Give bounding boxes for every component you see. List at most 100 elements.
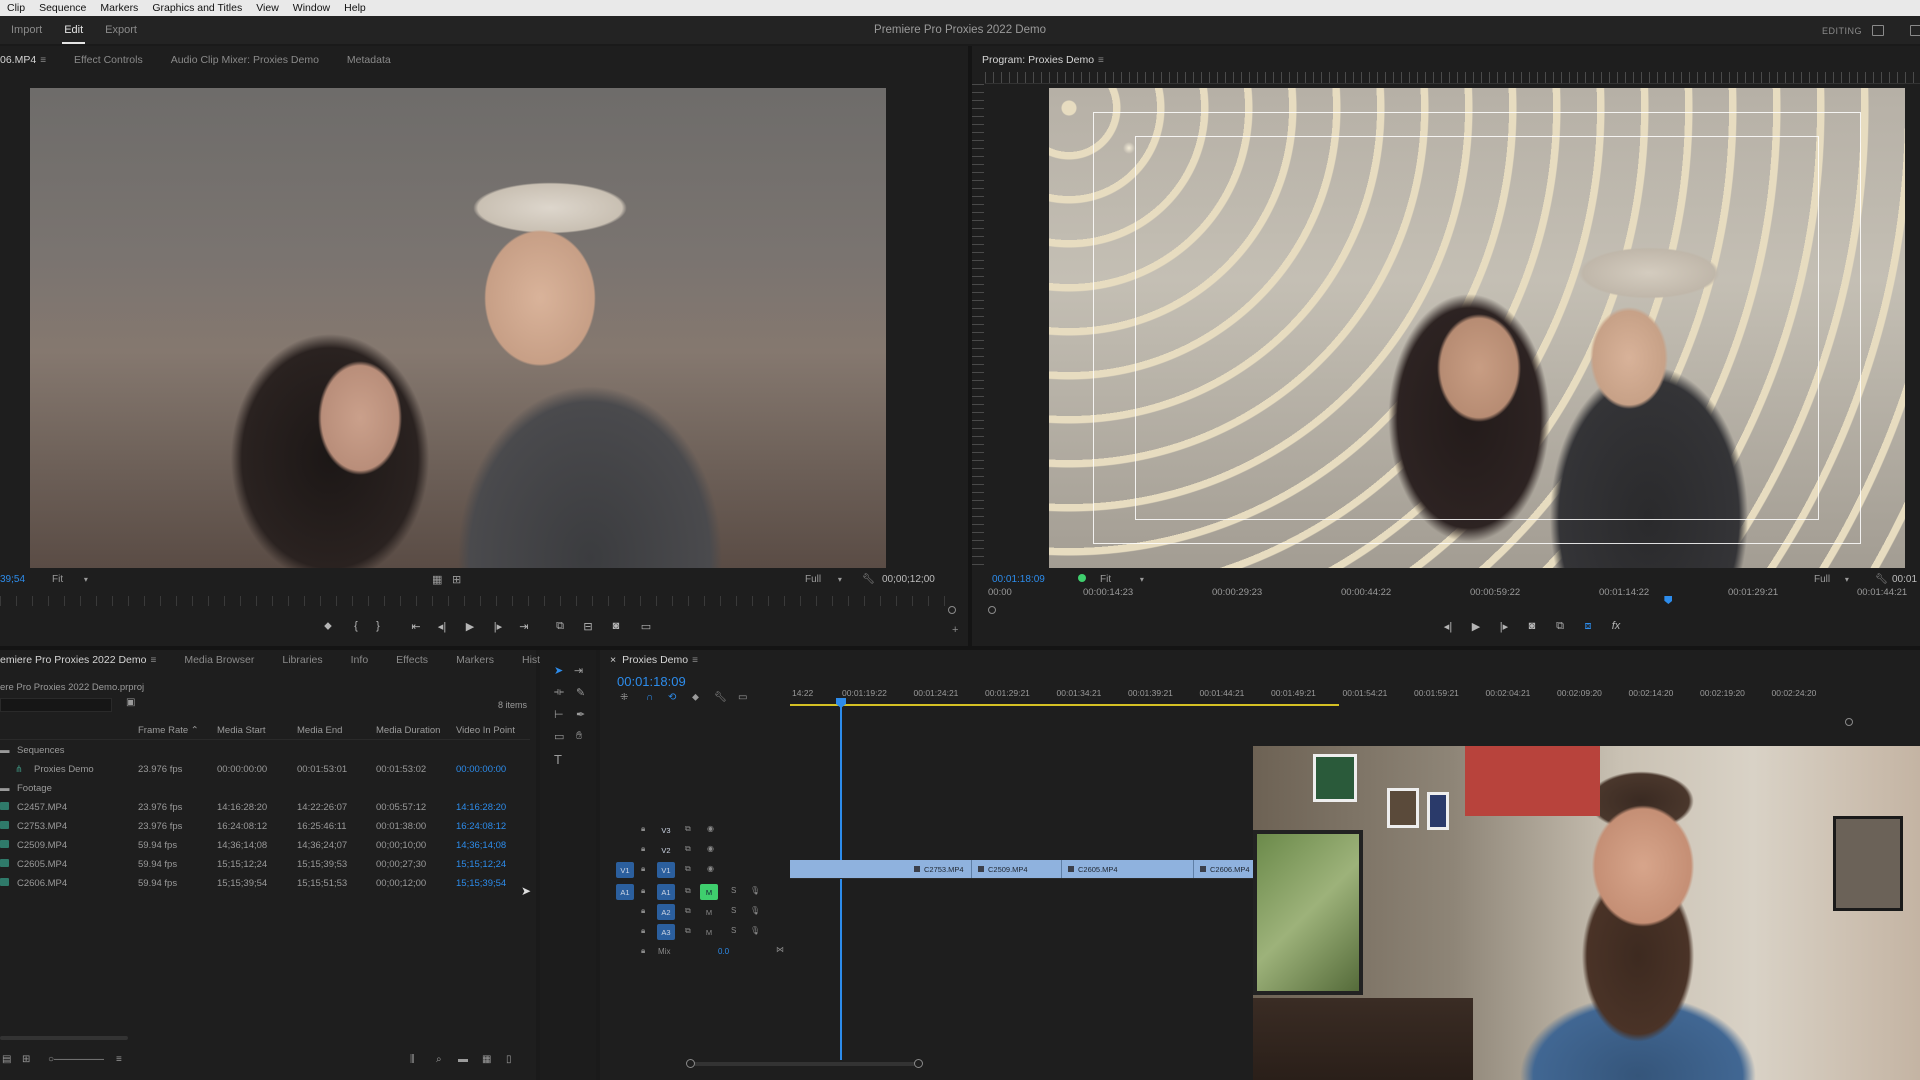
column-media-duration[interactable]: Media Duration xyxy=(376,725,440,736)
go-to-end-icon[interactable]: ⋈ xyxy=(776,945,784,954)
snap-icon[interactable]: ∩ xyxy=(646,692,653,703)
solo-button[interactable]: S xyxy=(731,886,736,895)
lock-icon[interactable]: 🔒︎ xyxy=(641,946,645,956)
row-in-point[interactable]: 14:16:28:20 xyxy=(456,802,506,813)
row-in-point[interactable]: 00:00:00:00 xyxy=(456,764,506,775)
voiceover-icon[interactable]: 🎙︎ xyxy=(750,886,760,895)
timeline-clip[interactable]: C2753.MP4 xyxy=(790,860,972,878)
menu-window[interactable]: Window xyxy=(286,2,337,14)
camera-icon[interactable]: ◙ xyxy=(608,620,624,632)
source-settings-icon[interactable]: + xyxy=(952,624,958,636)
track-target-a1[interactable]: A1 xyxy=(657,884,675,900)
table-row[interactable]: ⋔ Proxies Demo 23.976 fps 00:00:00:00 00… xyxy=(0,761,532,780)
table-row[interactable]: C2509.MP4 59.94 fps 14;36;14;08 14;36;24;07… xyxy=(0,837,532,856)
sync-lock-icon[interactable]: ⧉ xyxy=(685,824,691,834)
wrench-icon[interactable]: 🔧︎ xyxy=(1875,574,1888,585)
timeline-horizontal-scroll[interactable] xyxy=(686,1059,923,1068)
play-icon[interactable]: ▶ xyxy=(462,620,478,633)
fx-icon[interactable]: fx xyxy=(1608,620,1624,632)
lock-icon[interactable]: 🔒︎ xyxy=(641,886,645,896)
quick-export-icon[interactable] xyxy=(1872,25,1884,36)
list-view-icon[interactable]: ▤ xyxy=(2,1054,11,1065)
hand-tool-icon[interactable]: ✋︎ xyxy=(576,730,582,743)
tab-media-browser[interactable]: Media Browser xyxy=(170,654,268,666)
mute-button[interactable]: M xyxy=(700,904,718,920)
table-row[interactable]: C2753.MP4 23.976 fps 16:24:08:12 16:25:46:1… xyxy=(0,818,532,837)
solo-button[interactable]: S xyxy=(731,926,736,935)
menu-help[interactable]: Help xyxy=(337,2,373,14)
menu-markers[interactable]: Markers xyxy=(93,2,145,14)
sync-lock-icon[interactable]: ⧉ xyxy=(685,926,691,936)
column-media-start[interactable]: Media Start xyxy=(217,725,266,736)
proxy-toggle-icon[interactable]: ⧈ xyxy=(1580,620,1596,633)
voiceover-icon[interactable]: 🎙︎ xyxy=(750,906,760,915)
source-patch-video[interactable]: V1 xyxy=(616,862,634,878)
linked-selection-icon[interactable]: ⟲ xyxy=(668,692,676,703)
zoom-slider[interactable]: ○————— xyxy=(48,1054,104,1065)
source-resolution-select[interactable]: Full ▾ xyxy=(805,574,842,585)
lock-icon[interactable]: 🔒︎ xyxy=(641,844,645,854)
bin-footage[interactable]: ▬ Footage xyxy=(0,780,532,799)
program-time-ruler[interactable]: 00:00 00:00:14:23 00:00:29:23 00:00:44:22 00… xyxy=(988,587,1920,604)
sync-lock-icon[interactable]: ⧉ xyxy=(685,864,691,874)
eye-icon[interactable]: ◉ xyxy=(707,844,714,853)
eye-icon[interactable]: ◉ xyxy=(707,824,714,833)
step-forward-icon[interactable]: |▸ xyxy=(490,620,506,633)
row-in-point[interactable]: 15;15;12;24 xyxy=(456,859,506,870)
timeline-vertical-scroll[interactable] xyxy=(1845,718,1853,726)
panel-menu-icon[interactable]: ≡ xyxy=(692,655,698,666)
table-row[interactable]: C2605.MP4 59.94 fps 15;15;12;24 15;15;39;53… xyxy=(0,856,532,875)
tab-audio-clip-mixer[interactable]: Audio Clip Mixer: Proxies Demo xyxy=(157,54,333,66)
button-editor-icon[interactable]: ▭ xyxy=(638,620,654,633)
slip-tool-icon[interactable]: ⊢ xyxy=(554,708,564,721)
ripple-edit-tool-icon[interactable]: ⟛ xyxy=(554,686,564,699)
timeline-clip[interactable]: C2509.MP4 xyxy=(972,860,1062,878)
go-to-in-icon[interactable]: ⇤ xyxy=(408,620,424,633)
work-area-bar[interactable] xyxy=(790,704,1339,706)
new-search-bin-icon[interactable]: ▣ xyxy=(126,697,135,708)
row-in-point[interactable]: 16:24:08:12 xyxy=(456,821,506,832)
track-target-v3[interactable]: V3 xyxy=(657,822,675,838)
voiceover-icon[interactable]: 🎙︎ xyxy=(750,926,760,935)
type-tool-icon[interactable]: T xyxy=(554,752,562,767)
step-forward-icon[interactable]: |▸ xyxy=(1496,620,1512,633)
nest-icon[interactable]: ⁜ xyxy=(620,692,628,703)
row-in-point[interactable]: 14;36;14;08 xyxy=(456,840,506,851)
lock-icon[interactable]: 🔒︎ xyxy=(641,824,645,834)
program-resolution-select[interactable]: Full ▾ xyxy=(1814,574,1849,585)
wrench-icon[interactable]: 🔧︎ xyxy=(862,574,875,585)
source-timecode[interactable]: 39;54 xyxy=(0,574,25,585)
track-select-tool-icon[interactable]: ⇥ xyxy=(574,664,583,677)
menu-clip[interactable]: Clip xyxy=(0,2,32,14)
tab-project[interactable]: emiere Pro Proxies 2022 Demo ≡ xyxy=(0,654,170,666)
sync-lock-icon[interactable]: ⧉ xyxy=(685,906,691,916)
timeline-clip[interactable]: C2606.MP4 xyxy=(1194,860,1254,878)
tab-libraries[interactable]: Libraries xyxy=(268,654,336,666)
tab-import[interactable]: Import xyxy=(0,24,53,36)
timeline-timecode[interactable]: 00:01:18:09 xyxy=(617,674,686,689)
project-scrollbar[interactable] xyxy=(0,1036,128,1040)
tab-effects[interactable]: Effects xyxy=(382,654,442,666)
new-bin-icon[interactable]: ▬ xyxy=(458,1054,468,1065)
program-zoom-select[interactable]: Fit ▾ xyxy=(1100,574,1144,585)
go-to-out-icon[interactable]: ⇥ xyxy=(516,620,532,633)
program-playhead[interactable] xyxy=(1664,596,1673,604)
solo-button[interactable]: S xyxy=(731,906,736,915)
table-row[interactable]: C2606.MP4 59.94 fps 15;15;39;54 15;15;51;53… xyxy=(0,875,532,894)
panel-menu-icon[interactable]: ≡ xyxy=(150,655,156,666)
insert-icon[interactable]: ⧉ xyxy=(552,620,568,633)
add-marker-icon[interactable]: ⬥ xyxy=(320,620,336,633)
panel-menu-icon[interactable]: ≡ xyxy=(1098,55,1104,66)
step-back-icon[interactable]: ◂| xyxy=(1440,620,1456,633)
marker-icon[interactable]: ▦ xyxy=(432,573,442,586)
tab-effect-controls[interactable]: Effect Controls xyxy=(60,54,157,66)
automate-icon[interactable]: ⫼ xyxy=(410,1054,415,1065)
tab-edit[interactable]: Edit xyxy=(53,24,94,44)
rectangle-tool-icon[interactable]: ▭ xyxy=(554,730,564,743)
mute-button[interactable]: M xyxy=(700,924,718,940)
play-icon[interactable]: ▶ xyxy=(1468,620,1484,633)
close-icon[interactable]: × xyxy=(610,654,616,666)
workspace-mode[interactable]: EDITING xyxy=(1822,26,1862,36)
tab-export[interactable]: Export xyxy=(94,24,148,36)
source-patch-audio[interactable]: A1 xyxy=(616,884,634,900)
